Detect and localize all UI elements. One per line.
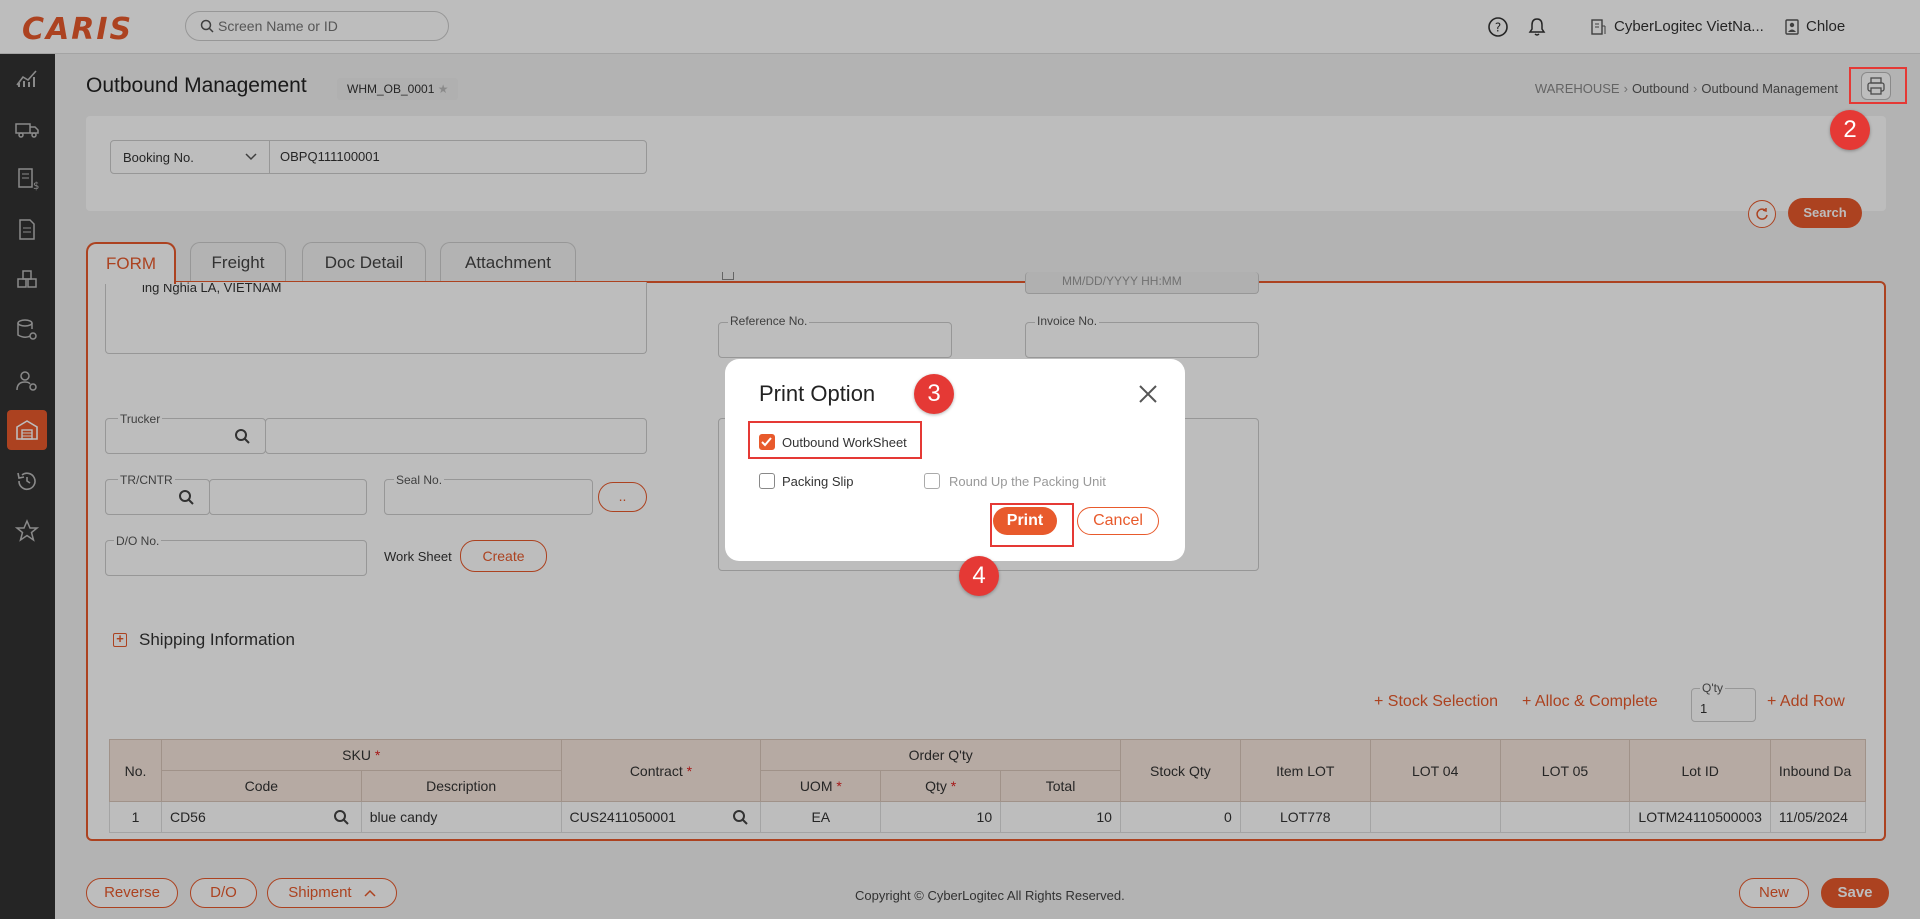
highlight-print-button: [1849, 67, 1907, 104]
round-up-packing-unit-label: Round Up the Packing Unit: [949, 474, 1106, 489]
modal-cancel-button[interactable]: Cancel: [1077, 507, 1159, 535]
step-badge-2: 2: [1830, 110, 1870, 150]
step-badge-4: 4: [959, 556, 999, 596]
step-badge-3: 3: [914, 374, 954, 414]
highlight-outbound-worksheet: [748, 421, 922, 459]
round-up-packing-unit-checkbox[interactable]: [924, 473, 940, 489]
modal-title: Print Option: [759, 381, 876, 406]
print-option-modal: Print Option Outbound WorkSheet Packing …: [725, 359, 1185, 561]
packing-slip-label[interactable]: Packing Slip: [782, 474, 854, 489]
packing-slip-checkbox[interactable]: [759, 473, 775, 489]
close-icon[interactable]: [1137, 383, 1159, 405]
highlight-print-confirm: [990, 503, 1074, 547]
